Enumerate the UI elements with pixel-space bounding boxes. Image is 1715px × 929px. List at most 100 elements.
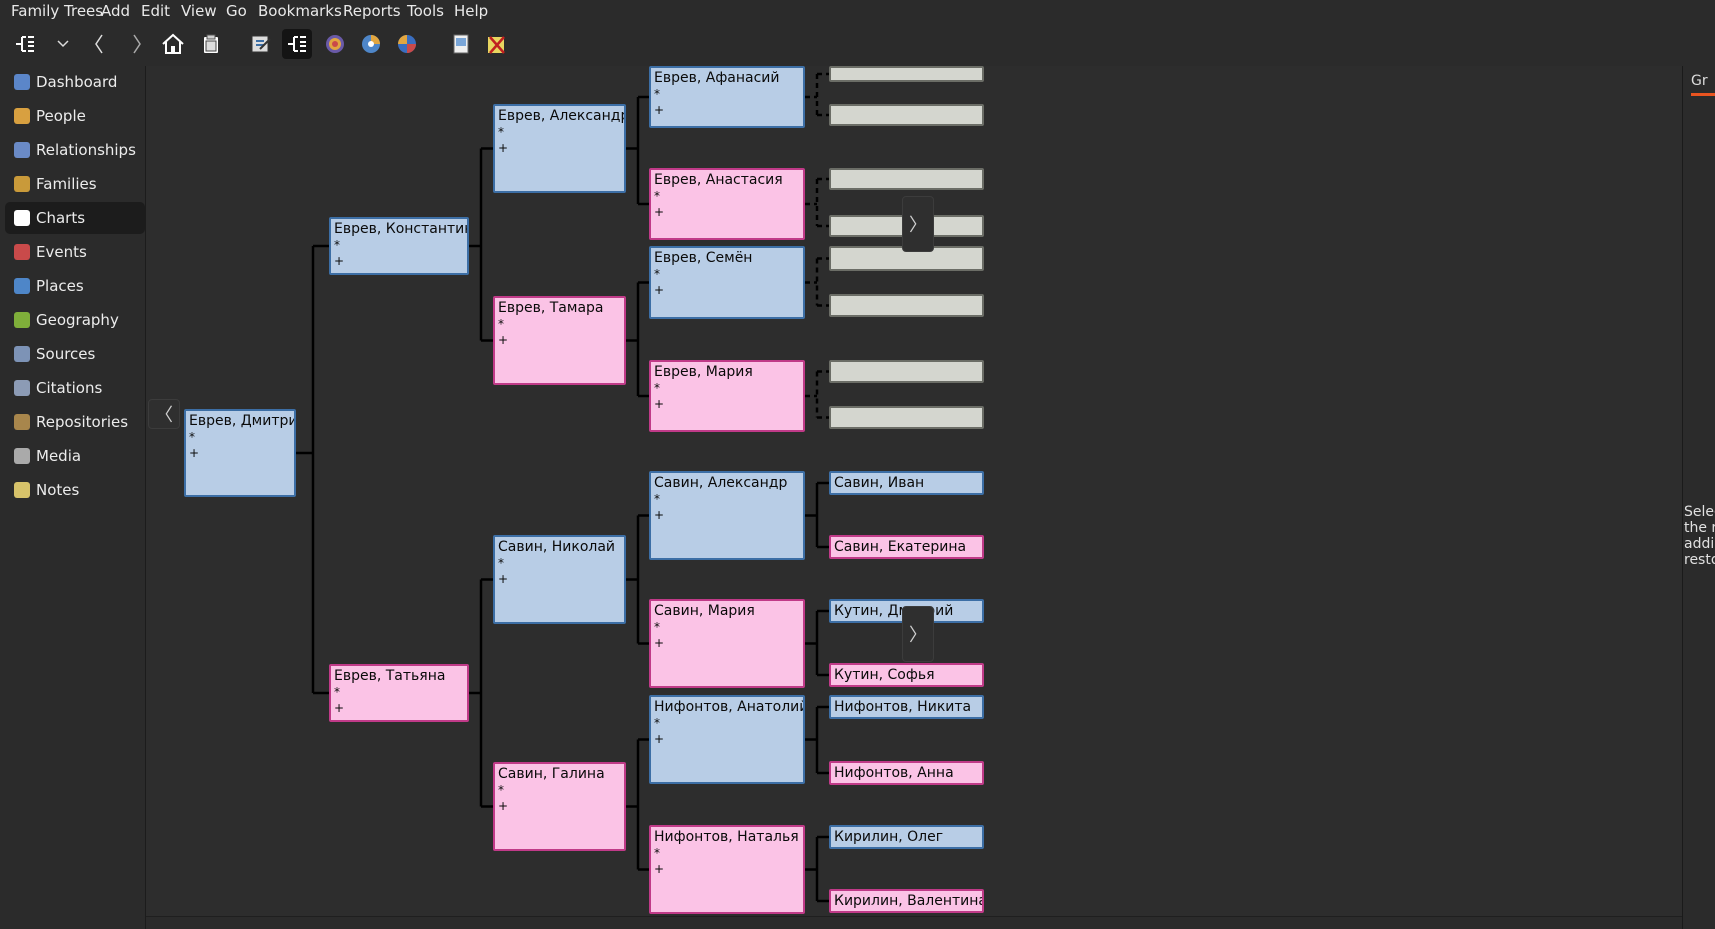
person-box[interactable] [829,104,984,126]
person-box[interactable] [829,360,984,383]
birth-marker: * [654,381,660,395]
person-box[interactable] [829,66,984,82]
person-box[interactable]: Савин, Галина * + [493,762,626,851]
fanchart-descendant-icon[interactable] [356,29,386,59]
tools-icon[interactable] [482,29,512,59]
person-box[interactable] [829,168,984,190]
back-icon[interactable] [84,29,114,59]
menu-tools[interactable]: Tools [407,2,444,20]
person-box[interactable]: Еврев, Александр * + [493,104,626,193]
person-box[interactable]: Савин, Иван [829,471,984,495]
dashboard-icon [14,74,30,90]
person-box[interactable]: Кирилин, Валентина [829,889,984,913]
status-bar [146,916,1682,929]
sidebar-item-label: Families [36,175,97,193]
death-marker: + [654,283,665,297]
menu-go[interactable]: Go [226,2,247,20]
media-icon[interactable] [446,29,476,59]
gramplet-line: Selec [1684,504,1715,520]
relationships-icon [14,142,30,158]
home-icon[interactable] [158,29,188,59]
death-marker: + [654,636,665,650]
person-box[interactable] [829,294,984,317]
person-box[interactable]: Еврев, Дмитрий * + [184,409,296,497]
sidebar-item-relationships[interactable]: Relationships [5,134,145,166]
dropdown-chevron-icon[interactable] [48,29,78,59]
sidebar-item-sources[interactable]: Sources [5,338,145,370]
person-box[interactable]: Еврев, Тамара * + [493,296,626,385]
sidebar-item-dashboard[interactable]: Dashboard [5,66,145,98]
person-box[interactable]: Нифонтов, Наталья * + [649,825,805,914]
person-box[interactable]: Кирилин, Олег [829,825,984,849]
death-marker: + [334,701,345,715]
menu-view[interactable]: View [181,2,217,20]
person-box[interactable]: Кутин, Софья [829,663,984,687]
sidebar-item-events[interactable]: Events [5,236,145,268]
person-box[interactable]: Нифонтов, Анна [829,761,984,785]
person-name: Нифонтов, Анатолий [654,699,805,715]
birth-marker: * [189,430,195,444]
menu-add[interactable]: Add [101,2,130,20]
menubar: Family Trees Add Edit View Go Bookmarks Report… [0,0,1715,22]
forward-icon[interactable] [122,29,152,59]
person-box[interactable]: Савин, Мария * + [649,599,805,688]
person-box[interactable] [829,406,984,429]
gramplet-tab[interactable]: Gr [1691,70,1715,96]
chart-forward-button-lower[interactable]: 〉 [902,606,934,662]
person-box[interactable]: Еврев, Афанасий * + [649,66,805,128]
person-box[interactable]: Еврев, Константин * + [329,217,469,275]
person-box[interactable]: Еврев, Татьяна * + [329,664,469,722]
person-name: Еврев, Мария [654,364,753,380]
fanchart-2way-icon[interactable] [392,29,422,59]
person-box[interactable]: Еврев, Семён * + [649,246,805,319]
chart-forward-button-upper[interactable]: 〉 [902,196,934,252]
chevron-right-icon: 〉 [909,215,927,236]
death-marker: + [654,103,665,117]
sidebar-item-charts[interactable]: Charts [5,202,145,234]
person-box[interactable]: Савин, Николай * + [493,535,626,624]
menu-edit[interactable]: Edit [141,2,170,20]
menu-bookmarks[interactable]: Bookmarks [258,2,342,20]
sidebar-item-media[interactable]: Media [5,440,145,472]
clipboard-icon[interactable] [196,29,226,59]
person-name: Савин, Галина [498,766,605,782]
sidebar-item-places[interactable]: Places [5,270,145,302]
person-name: Еврев, Александр [498,108,626,124]
pedigree-active-icon[interactable] [282,29,312,59]
death-marker: + [498,333,509,347]
fanchart-icon[interactable] [320,29,350,59]
gramplet-line: the r [1684,520,1715,536]
menu-family-trees[interactable]: Family Trees [11,2,103,20]
person-box[interactable]: Савин, Екатерина [829,535,984,559]
person-name: Кирилин, Валентина [834,893,984,909]
edit-person-icon[interactable] [246,29,276,59]
chart-back-button[interactable]: 〈 [148,399,180,429]
repositories-icon [14,414,30,430]
person-box[interactable]: Нифонтов, Никита [829,695,984,719]
person-box[interactable]: Нифонтов, Анатолий * + [649,695,805,784]
menu-help[interactable]: Help [454,2,488,20]
person-box[interactable]: Еврев, Анастасия * + [649,168,805,240]
sidebar-item-repositories[interactable]: Repositories [5,406,145,438]
sidebar-item-label: Media [36,447,82,465]
sidebar-item-citations[interactable]: Citations [5,372,145,404]
person-name: Савин, Иван [834,475,925,491]
sidebar-item-label: People [36,107,86,125]
person-box[interactable]: Савин, Александр * + [649,471,805,560]
person-name: Кутин, Софья [834,667,935,683]
sidebar-item-families[interactable]: Families [5,168,145,200]
menu-reports[interactable]: Reports [343,2,401,20]
person-name: Еврев, Дмитрий [189,413,296,429]
person-name: Нифонтов, Анна [834,765,954,781]
death-marker: + [654,397,665,411]
person-name: Еврев, Семён [654,250,753,266]
charts-icon [14,210,30,226]
sidebar-item-people[interactable]: People [5,100,145,132]
pedigree-chart-area[interactable]: Еврев, Дмитрий * + Еврев, Константин * + Еврев… [146,66,1682,916]
chevron-right-icon: 〉 [909,625,927,646]
sidebar-item-geography[interactable]: Geography [5,304,145,336]
birth-marker: * [654,716,660,730]
pedigree-view-icon[interactable] [10,29,40,59]
sidebar-item-notes[interactable]: Notes [5,474,145,506]
person-box[interactable]: Еврев, Мария * + [649,360,805,432]
